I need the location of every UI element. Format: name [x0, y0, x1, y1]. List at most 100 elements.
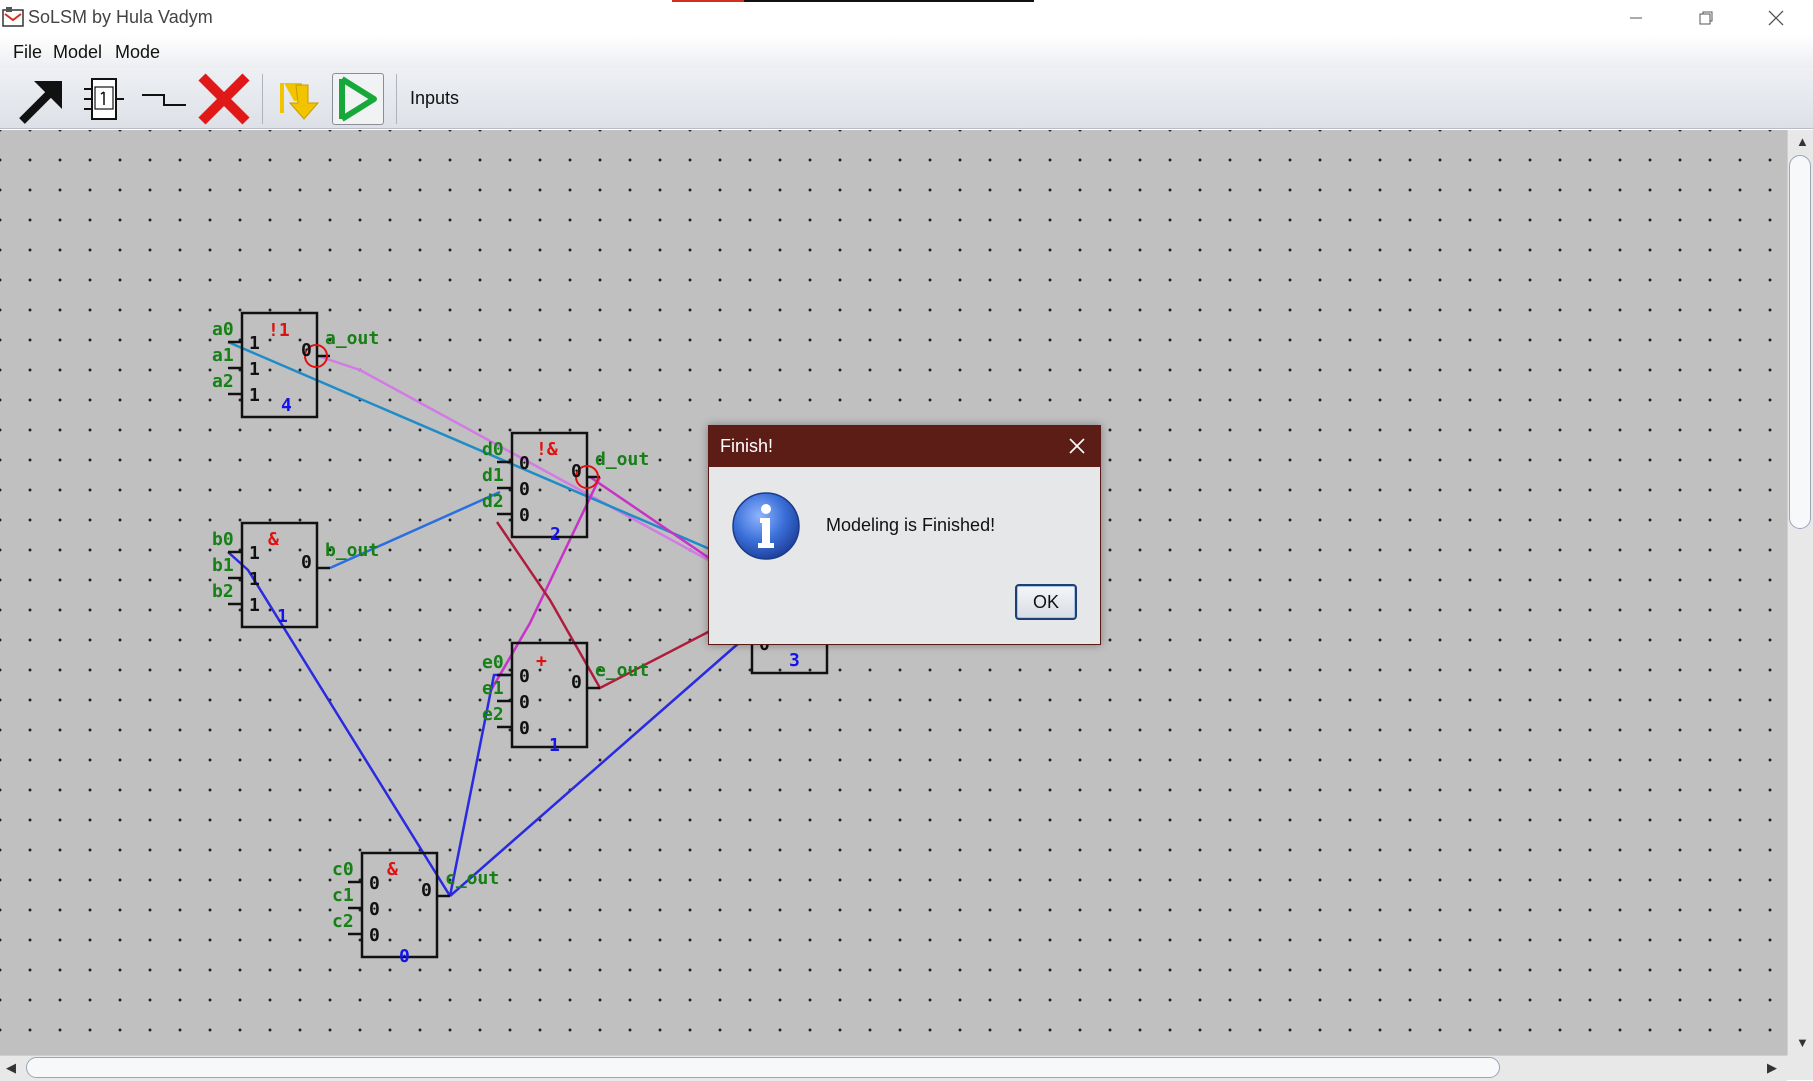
output-label: e_out — [595, 660, 649, 681]
input-value: 0 — [519, 718, 530, 739]
input-label: a1 — [212, 345, 234, 366]
dialog-close-icon[interactable] — [1066, 435, 1088, 457]
input-label: c0 — [332, 859, 354, 880]
menu-model[interactable]: Model — [53, 42, 102, 63]
minimize-icon — [1630, 17, 1642, 18]
run-tool-button[interactable] — [332, 73, 384, 125]
minimize-button[interactable] — [1602, 0, 1670, 35]
element-number: 2 — [550, 524, 561, 545]
element-type: & — [387, 859, 398, 880]
input-value: 1 — [249, 385, 260, 406]
input-label: c2 — [332, 911, 354, 932]
input-label: e2 — [482, 704, 504, 725]
input-value: 0 — [369, 873, 380, 894]
output-label: b_out — [325, 540, 379, 561]
dialog-message: Modeling is Finished! — [826, 515, 996, 535]
element-number: 4 — [281, 395, 292, 416]
close-window-button[interactable] — [1742, 0, 1810, 35]
element-tool-button[interactable] — [78, 73, 130, 125]
input-label: d2 — [482, 491, 504, 512]
restore-icon — [1699, 11, 1713, 24]
app-icon — [2, 7, 24, 27]
input-label: c1 — [332, 885, 354, 906]
element-type: & — [268, 529, 279, 550]
menu-mode[interactable]: Mode — [115, 42, 160, 63]
output-value: 0 — [421, 880, 432, 901]
output-value: 0 — [301, 552, 312, 573]
scroll-left-icon[interactable]: ◀ — [6, 1060, 16, 1076]
output-label: d_out — [595, 449, 649, 470]
element-number: 1 — [277, 606, 288, 627]
input-value: 1 — [249, 333, 260, 354]
input-value: 0 — [369, 925, 380, 946]
input-value: 1 — [249, 569, 260, 590]
element-e[interactable]: e0 e1 e2 0 0 0 + 0 e_out 1 — [482, 641, 649, 756]
toolbar-separator — [396, 74, 397, 124]
wire-a-out-to-element-3[interactable] — [317, 354, 713, 564]
horizontal-scroll-thumb[interactable] — [26, 1057, 1500, 1078]
input-value: 0 — [519, 666, 530, 687]
wire-a0-to-element-3[interactable] — [227, 340, 713, 552]
wire-b0-to-c-out[interactable] — [227, 551, 452, 897]
wire-d-out-to-element-3[interactable] — [589, 475, 713, 562]
input-value: 1 — [249, 595, 260, 616]
inputs-label[interactable]: Inputs — [410, 88, 459, 109]
vertical-scrollbar[interactable]: ▲ ▼ — [1787, 130, 1813, 1055]
menu-bar: File Model Mode — [0, 35, 1813, 68]
scrollbar-corner — [1787, 1055, 1813, 1080]
output-label: a_out — [325, 328, 379, 349]
element-b[interactable]: b0 b1 b2 1 1 1 & 0 b_out 1 — [212, 521, 379, 629]
input-value: 1 — [249, 359, 260, 380]
delete-x-icon — [198, 73, 250, 125]
element-number: 3 — [789, 650, 800, 671]
dialog-title-bar[interactable]: Finish! — [709, 426, 1100, 467]
input-label: b1 — [212, 555, 234, 576]
title-bar: SoLSM by Hula Vadym — [0, 0, 1813, 35]
output-value: 0 — [571, 672, 582, 693]
element-c[interactable]: c0 c1 c2 0 0 0 & 0 c_out 0 — [332, 851, 499, 967]
output-value: 0 — [301, 340, 312, 361]
ok-button[interactable]: OK — [1015, 584, 1077, 620]
input-value: 1 — [249, 543, 260, 564]
element-number: 0 — [399, 946, 410, 967]
scroll-down-icon[interactable]: ▼ — [1796, 1035, 1809, 1050]
scroll-right-icon[interactable]: ▶ — [1767, 1060, 1777, 1076]
element-number: 1 — [549, 735, 560, 756]
gate-element-icon — [84, 78, 124, 120]
output-value: 0 — [571, 461, 582, 482]
restore-button[interactable] — [1672, 0, 1740, 35]
info-icon — [732, 492, 800, 560]
step-tool-button[interactable] — [274, 73, 326, 125]
input-label: d0 — [482, 439, 504, 460]
vertical-scroll-thumb[interactable] — [1789, 155, 1811, 529]
output-label: c_out — [445, 868, 499, 889]
toolbar-separator — [262, 74, 263, 124]
input-label: e0 — [482, 652, 504, 673]
input-value: 0 — [519, 453, 530, 474]
select-arrow-icon — [19, 81, 62, 124]
wire-step-icon — [142, 94, 186, 106]
input-label: b0 — [212, 529, 234, 550]
input-label: e1 — [482, 678, 504, 699]
input-label: b2 — [212, 581, 234, 602]
title-progress-fill — [672, 0, 744, 2]
close-icon — [1768, 10, 1784, 25]
wires — [227, 340, 741, 897]
window-title: SoLSM by Hula Vadym — [28, 7, 213, 27]
element-a[interactable]: a0 a1 a2 1 1 1 !1 0 a_out 4 — [212, 311, 379, 419]
input-label: a2 — [212, 371, 234, 392]
scroll-up-icon[interactable]: ▲ — [1796, 134, 1809, 149]
toolbar: Inputs — [0, 68, 1813, 129]
run-play-icon — [339, 76, 377, 122]
element-type: + — [536, 651, 547, 672]
wire-tool-button[interactable] — [138, 73, 190, 125]
delete-tool-button[interactable] — [198, 73, 250, 125]
select-tool-button[interactable] — [16, 73, 68, 125]
dialog-title: Finish! — [720, 436, 774, 456]
input-value: 0 — [519, 479, 530, 500]
input-value: 0 — [519, 505, 530, 526]
input-value: 0 — [369, 899, 380, 920]
menu-file[interactable]: File — [13, 42, 42, 63]
input-label: d1 — [482, 465, 504, 486]
horizontal-scrollbar[interactable]: ◀ ▶ — [0, 1055, 1787, 1081]
